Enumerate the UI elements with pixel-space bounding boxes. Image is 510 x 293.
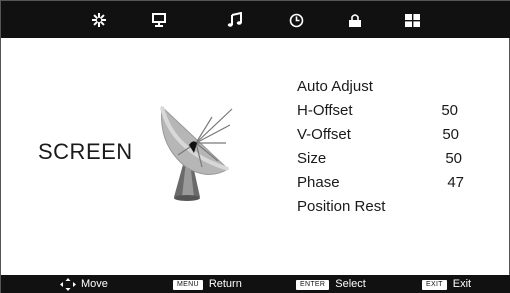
menu-item-label: Phase	[297, 174, 340, 191]
sound-icon	[227, 12, 242, 27]
hint-select: ENTER Select	[296, 278, 366, 291]
enter-key-badge: ENTER	[296, 279, 330, 290]
menu-item-value: 47	[447, 174, 464, 191]
menu-item-size[interactable]: Size 50	[297, 150, 487, 174]
picture-icon	[92, 13, 106, 27]
menu-item-label: H-Offset	[297, 102, 353, 119]
tab-sound[interactable]	[220, 7, 250, 33]
hint-move-label: Move	[81, 278, 108, 290]
menu-item-position-reset[interactable]: Position Rest	[297, 198, 487, 222]
page-title: SCREEN	[38, 139, 133, 164]
hint-return-label: Return	[208, 278, 242, 290]
move-arrows-icon	[60, 278, 76, 291]
key-hint-bar: Move MENU Return ENTER Select EXIT Exit	[1, 275, 510, 293]
menu-item-label: Position Rest	[297, 198, 386, 215]
menu-tab-bar	[1, 1, 510, 38]
menu-item-label: V-Offset	[297, 126, 351, 143]
hint-exit: EXIT Exit	[422, 278, 471, 291]
menu-item-value: 50	[445, 150, 462, 167]
screen-icon	[152, 13, 166, 27]
setup-icon	[404, 13, 420, 27]
tab-screen[interactable]	[144, 7, 174, 33]
menu-item-label: Size	[297, 150, 327, 167]
time-icon	[289, 13, 303, 27]
hint-exit-label: Exit	[452, 278, 472, 290]
menu-item-auto-adjust[interactable]: Auto Adjust	[297, 78, 487, 102]
menu-item-h-offset[interactable]: H-Offset 50	[297, 102, 487, 126]
hint-return: MENU Return	[173, 278, 242, 291]
hint-select-label: Select	[335, 278, 366, 290]
tab-setup[interactable]	[397, 7, 427, 33]
screen-settings-menu: Auto Adjust H-Offset 50 V-Offset 50 Size…	[297, 78, 487, 222]
tab-time[interactable]	[281, 7, 311, 33]
satellite-dish-icon	[156, 95, 246, 205]
osd-screen: SCREEN Auto Adjust H-Offset 50 V-Offset …	[0, 0, 510, 293]
exit-key-badge: EXIT	[422, 279, 447, 290]
lock-icon	[349, 13, 361, 27]
menu-key-badge: MENU	[173, 279, 203, 290]
menu-item-value: 50	[441, 102, 458, 119]
menu-item-value: 50	[442, 126, 459, 143]
tab-lock[interactable]	[340, 7, 370, 33]
hint-move: Move	[60, 278, 108, 291]
tab-picture[interactable]	[84, 7, 114, 33]
menu-item-v-offset[interactable]: V-Offset 50	[297, 126, 487, 150]
menu-item-label: Auto Adjust	[297, 78, 373, 95]
menu-item-phase[interactable]: Phase 47	[297, 174, 487, 198]
